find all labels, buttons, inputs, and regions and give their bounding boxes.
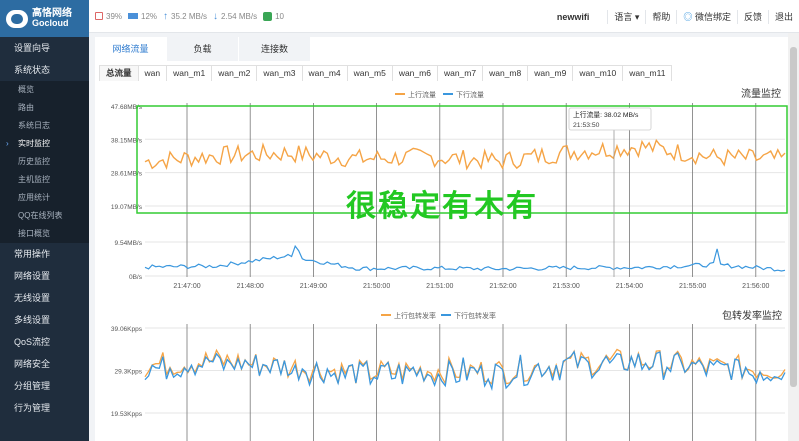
sidebar-item-4[interactable]: 系统日志: [0, 117, 89, 135]
legend-pkt-up-label: 上行包转发率: [394, 311, 436, 320]
memory-icon: [128, 13, 139, 19]
device-name: newwifi: [556, 11, 590, 22]
traffic-xtick: 21:54:00: [616, 283, 643, 290]
memory-value: 12%: [141, 11, 158, 21]
traffic-xtick: 21:53:00: [553, 283, 580, 290]
sidebar-item-1[interactable]: 系统状态: [0, 59, 89, 81]
legend-up-label: 上行流量: [408, 90, 436, 99]
traffic-xtick: 21:47:00: [173, 283, 200, 290]
traffic-xtick: 21:55:00: [679, 283, 706, 290]
help-link[interactable]: 帮助: [645, 9, 676, 24]
sidebar-item-12[interactable]: 网络设置: [0, 265, 89, 287]
brand-logo[interactable]: 高恪网络 Gocloud: [0, 0, 89, 37]
download-arrow-icon: ↓: [213, 10, 219, 22]
online-stat: 10: [263, 11, 284, 21]
legend-down-label: 下行流量: [456, 90, 484, 99]
brand-name-en: Gocloud: [32, 18, 69, 28]
sidebar-item-9[interactable]: QQ在线列表: [0, 207, 89, 225]
sidebar-item-7[interactable]: 主机监控: [0, 171, 89, 189]
tooltip-value: 上行流量: 38.02 MB/s: [573, 110, 639, 119]
traffic-series-down: [144, 244, 786, 272]
download-stat: ↓ 2.54 MB/s: [213, 11, 257, 22]
legend-pkt-down-label: 下行包转发率: [454, 311, 496, 320]
overlay-caption: 很稳定有木有: [346, 190, 538, 223]
sidebar-item-14[interactable]: 多线设置: [0, 309, 89, 331]
feedback-link[interactable]: 反馈: [736, 9, 768, 24]
sidebar-item-5[interactable]: 实时监控: [0, 135, 89, 153]
upload-arrow-icon: ↑: [163, 10, 169, 22]
memory-stat: 12%: [128, 12, 157, 21]
wechat-bind-link[interactable]: ◎ 微信绑定: [676, 9, 737, 24]
sidebar-item-18[interactable]: 行为管理: [0, 397, 89, 419]
top-actions: newwifi 语言 ▾ 帮助 ◎ 微信绑定 反馈 退出: [551, 0, 799, 33]
sidebar-item-11[interactable]: 常用操作: [0, 243, 89, 265]
monitor-charts: 上行流量 下行流量 47.68MB/s 38.15MB/s 28.61MB/s 19.07…: [111, 90, 788, 441]
sidebar-item-6[interactable]: 历史监控: [0, 153, 89, 171]
chevron-down-icon: ▾: [634, 11, 640, 22]
sidebar-nav: 设置向导系统状态概览路由系统日志实时监控历史监控主机监控应用统计QQ在线列表接口…: [0, 37, 89, 419]
traffic-ytick: 0B/s: [129, 274, 143, 281]
traffic-ytick: 9.54MB/s: [115, 240, 143, 247]
sidebar-item-3[interactable]: 路由: [0, 99, 89, 117]
sidebar-item-13[interactable]: 无线设置: [0, 287, 89, 309]
traffic-xtick: 21:50:00: [363, 283, 390, 290]
traffic-xtick: 21:52:00: [489, 283, 516, 290]
packet-ytick: 19.53Kpps: [111, 411, 143, 418]
top-bar: 39% 12% ↑ 35.2 MB/s ↓ 2.54 MB/s 10 newwi…: [89, 0, 799, 33]
traffic-ytick: 19.07MB/s: [111, 204, 143, 211]
wechat-icon: ◎: [683, 11, 693, 22]
sidebar-item-17[interactable]: 分组管理: [0, 375, 89, 397]
traffic-ytick: 28.61MB/s: [111, 171, 143, 178]
main-content: 网络流量 负载 连接数 总流量 wan wan_m1 wan_m2 wan_m3 wan_m4…: [89, 33, 799, 441]
traffic-ytick: 38.15MB/s: [111, 137, 143, 144]
sidebar-item-10[interactable]: 接口概览: [0, 225, 89, 243]
upload-value: 35.2 MB/s: [171, 11, 208, 21]
sidebar: 高恪网络 Gocloud 设置向导系统状态概览路由系统日志实时监控历史监控主机监…: [0, 0, 89, 441]
logout-link[interactable]: 退出: [767, 9, 799, 24]
sidebar-item-0[interactable]: 设置向导: [0, 37, 89, 59]
cloud-logo-icon: [6, 9, 28, 28]
sidebar-item-8[interactable]: 应用统计: [0, 189, 89, 207]
language-label: 语言: [614, 11, 633, 22]
traffic-xtick: 21:51:00: [426, 283, 453, 290]
traffic-xtick: 21:49:00: [300, 283, 327, 290]
sidebar-item-16[interactable]: 网络安全: [0, 353, 89, 375]
packet-ytick: 29.3Kpps: [115, 368, 143, 375]
scrollbar-thumb[interactable]: [790, 47, 797, 387]
sidebar-item-15[interactable]: QoS流控: [0, 331, 89, 353]
tooltip-time: 21:53:50: [573, 122, 600, 129]
language-menu[interactable]: 语言 ▾: [607, 9, 645, 24]
traffic-xtick: 21:48:00: [237, 283, 264, 290]
online-devices-icon: [263, 11, 273, 21]
online-count: 10: [275, 11, 284, 21]
cpu-value: 39%: [106, 11, 123, 21]
traffic-xtick: 21:56:00: [742, 283, 769, 290]
traffic-series-up: [144, 138, 786, 171]
download-value: 2.54 MB/s: [221, 11, 258, 21]
upload-stat: ↑ 35.2 MB/s: [163, 11, 207, 22]
traffic-ytick: 47.68MB/s: [111, 104, 143, 111]
monitor-panel: 网络流量 负载 连接数 总流量 wan wan_m1 wan_m2 wan_m3 wan_m4…: [95, 37, 791, 441]
cpu-stat: 39%: [95, 12, 122, 21]
page-scrollbar[interactable]: [788, 33, 799, 441]
packet-ytick: 39.06Kpps: [111, 326, 143, 333]
wechat-label: 微信绑定: [694, 11, 731, 22]
sidebar-item-2[interactable]: 概览: [0, 81, 89, 99]
cpu-icon: [95, 12, 103, 20]
